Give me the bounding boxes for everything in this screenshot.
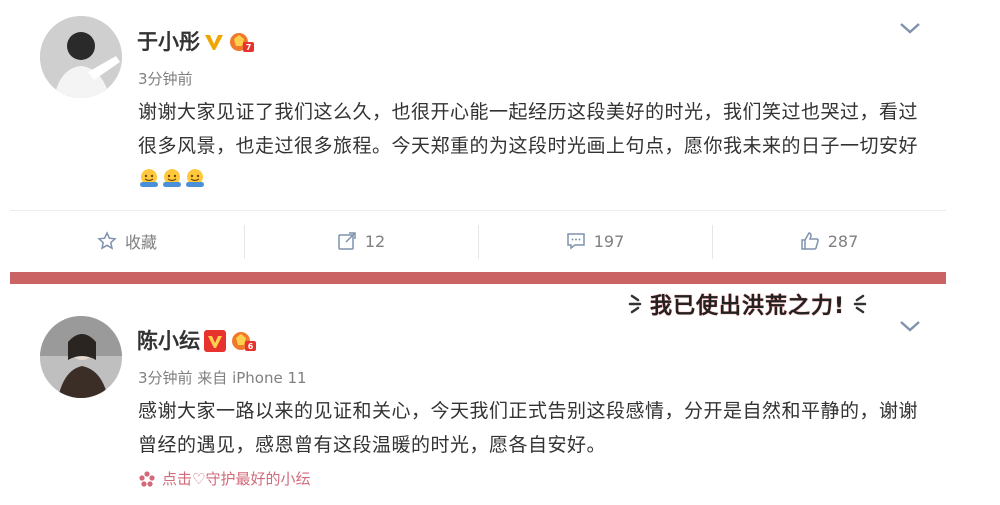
level-badge-icon: 6 — [230, 330, 256, 352]
svg-text:6: 6 — [248, 342, 254, 351]
post-2: 陈小纭 6 3分钟前 来自 iPhone 11 感谢大家一路以来的见证和关心，今… — [0, 0, 1000, 505]
fan-link[interactable]: 点击♡守护最好的小纭 — [138, 468, 310, 489]
author-name[interactable]: 陈小纭 — [137, 327, 200, 355]
avatar[interactable] — [40, 316, 122, 398]
flower-icon — [139, 470, 155, 487]
post-text: 感谢大家一路以来的见证和关心，今天我们正式告别这段感情，分开是自然和平静的，谢谢… — [138, 400, 919, 456]
post-meta[interactable]: 3分钟前 来自 iPhone 11 — [138, 368, 307, 388]
verified-icon — [204, 330, 226, 352]
fan-link-text: 点击♡守护最好的小纭 — [162, 470, 311, 488]
chevron-down-icon[interactable] — [898, 318, 922, 334]
